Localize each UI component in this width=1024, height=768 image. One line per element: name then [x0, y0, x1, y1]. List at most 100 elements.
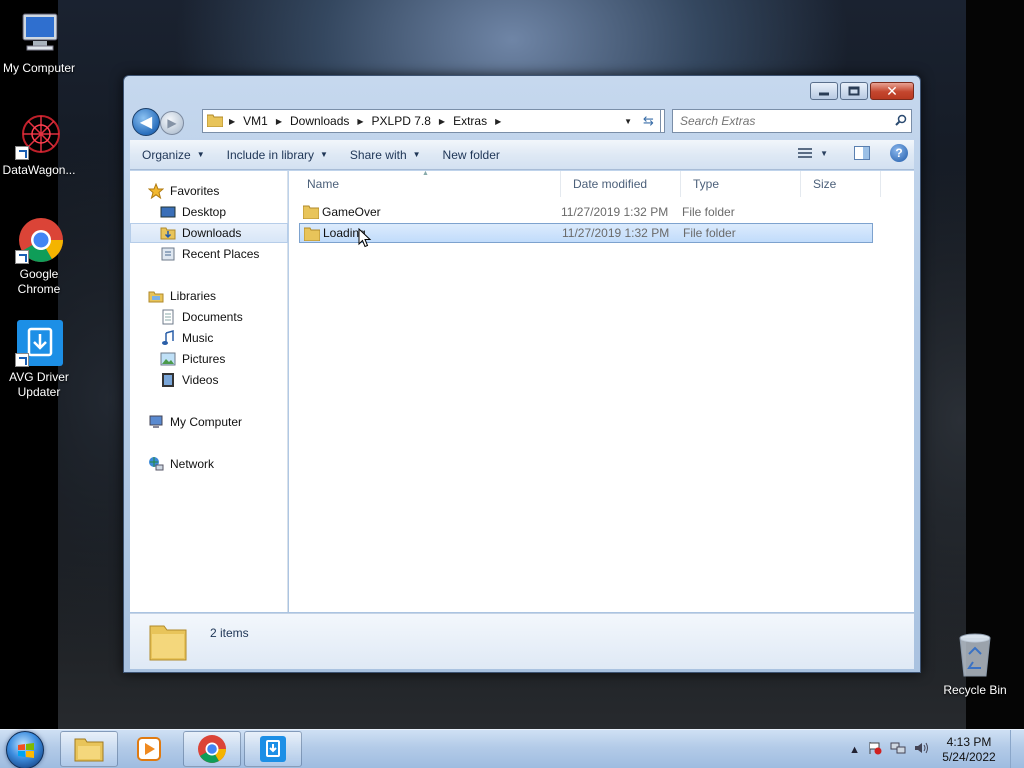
breadcrumb-extras[interactable]: Extras [453, 114, 487, 128]
nav-label: Pictures [182, 352, 226, 366]
navigation-pane: Favorites Desktop Downloads Recent Place… [130, 171, 288, 612]
desktop-icon-avg-driver-updater[interactable]: AVG Driver Updater [0, 319, 78, 400]
nav-network[interactable]: Network [130, 454, 288, 474]
nav-label: Music [182, 331, 214, 345]
desktop-icon-label: AVG Driver Updater [9, 370, 69, 399]
column-header-name[interactable]: Name ▲ [295, 170, 561, 197]
nav-music[interactable]: Music [130, 328, 288, 348]
nav-downloads[interactable]: Downloads [130, 223, 288, 243]
column-label: Size [813, 177, 837, 191]
taskbar-explorer-button[interactable] [60, 731, 118, 767]
file-list: Name ▲ Date modified Type Size GameOver … [289, 170, 914, 612]
taskbar-avg-driver-updater-button[interactable] [244, 731, 302, 767]
action-center-icon[interactable] [868, 741, 882, 758]
taskbar: ▲ 4:13 PM 5/24/2022 [0, 729, 1024, 768]
desktop-icon-my-computer[interactable]: My Computer [0, 10, 78, 76]
desktop-icon-datawagon[interactable]: DataWagon... [0, 112, 78, 178]
desktop-icon-google-chrome[interactable]: Google Chrome [0, 216, 78, 297]
chevron-down-icon: ▼ [412, 150, 421, 159]
videos-icon [160, 372, 176, 388]
chevron-down-icon: ▼ [320, 150, 328, 159]
clock[interactable]: 4:13 PM 5/24/2022 [934, 735, 1004, 765]
nav-desktop[interactable]: Desktop [130, 202, 288, 222]
windows-logo-icon [18, 743, 34, 758]
change-view-button[interactable]: ▼ [798, 147, 828, 159]
breadcrumb-pxlpd[interactable]: PXLPD 7.8 [372, 114, 431, 128]
file-row-loading[interactable]: Loading 11/27/2019 1:32 PM File folder [299, 223, 873, 243]
breadcrumb-downloads[interactable]: Downloads [290, 114, 349, 128]
nav-recent-places[interactable]: Recent Places [130, 244, 288, 264]
help-icon[interactable]: ? [890, 144, 908, 162]
file-row-gameover[interactable]: GameOver 11/27/2019 1:32 PM File folder [299, 202, 873, 222]
search-input[interactable] [673, 114, 891, 128]
address-dropdown-icon[interactable]: ▼ [624, 117, 632, 126]
caption-buttons: ✕ [810, 82, 914, 100]
maximize-button[interactable] [840, 82, 868, 100]
chrome-icon [198, 735, 226, 763]
nav-videos[interactable]: Videos [130, 370, 288, 390]
folder-icon [206, 113, 224, 130]
nav-label: Desktop [182, 205, 227, 219]
new-folder-button[interactable]: New folder [431, 144, 510, 166]
computer-icon [148, 414, 164, 430]
item-count: 2 items [210, 626, 249, 640]
close-button[interactable]: ✕ [870, 82, 914, 100]
column-header-type[interactable]: Type [681, 171, 801, 197]
chrome-icon [15, 216, 63, 264]
breadcrumb-vm1[interactable]: VM1 [243, 114, 268, 128]
breadcrumb-chevron-icon[interactable]: ▶ [276, 117, 282, 126]
share-with-label: Share with [349, 147, 407, 162]
desktop-folder-icon [160, 204, 176, 220]
breadcrumb-chevron-icon[interactable]: ▶ [357, 117, 363, 126]
details-pane: 2 items [130, 613, 914, 669]
include-in-library-menu[interactable]: Include in library ▼ [215, 144, 338, 166]
large-folder-icon [148, 620, 188, 665]
column-label: Date modified [573, 177, 648, 191]
share-with-menu[interactable]: Share with ▼ [338, 144, 431, 166]
close-icon: ✕ [886, 83, 898, 99]
breadcrumb-chevron-icon[interactable]: ▶ [439, 117, 445, 126]
navigation-row: ◀ ▶ ▶ VM1 ▶ Downloads ▶ PXLPD 7.8 ▶ Extr… [132, 106, 912, 136]
shortcut-arrow-icon [15, 250, 29, 264]
volume-icon[interactable] [914, 741, 930, 758]
maximize-icon [848, 86, 860, 96]
nav-label: Downloads [182, 226, 242, 240]
show-hidden-icons-icon[interactable]: ▲ [849, 744, 860, 756]
taskbar-chrome-button[interactable] [183, 731, 241, 767]
minimize-button[interactable] [810, 82, 838, 100]
shortcut-arrow-icon [15, 146, 29, 160]
nav-documents[interactable]: Documents [130, 307, 288, 327]
network-tray-icon[interactable] [890, 741, 906, 758]
command-bar-right: ▼ ? [798, 144, 908, 162]
mouse-cursor-icon [358, 227, 372, 251]
network-icon [148, 456, 164, 472]
breadcrumb-chevron-icon[interactable]: ▶ [495, 117, 501, 126]
wallpaper-right-band [966, 0, 1024, 730]
taskbar-media-player-button[interactable] [120, 731, 178, 767]
organize-menu[interactable]: Organize ▼ [130, 144, 215, 166]
address-bar[interactable]: ▶ VM1 ▶ Downloads ▶ PXLPD 7.8 ▶ Extras ▶… [202, 109, 665, 133]
start-button[interactable] [6, 731, 44, 768]
show-desktop-button[interactable] [1010, 730, 1024, 768]
refresh-button[interactable]: ⇆ [637, 109, 661, 133]
nav-libraries[interactable]: Libraries [130, 286, 288, 306]
nav-label: My Computer [170, 415, 243, 429]
back-button[interactable]: ◀ [132, 108, 160, 136]
clock-time: 4:13 PM [946, 734, 992, 749]
nav-pictures[interactable]: Pictures [130, 349, 288, 369]
column-header-size[interactable]: Size [801, 171, 881, 197]
desktop-icon-recycle-bin[interactable]: Recycle Bin [936, 632, 1014, 698]
include-in-library-label: Include in library [226, 147, 314, 162]
preview-pane-icon[interactable] [854, 146, 870, 160]
search-icon[interactable] [891, 114, 911, 129]
column-header-date-modified[interactable]: Date modified [561, 171, 681, 197]
nav-my-computer[interactable]: My Computer [130, 412, 288, 432]
nav-favorites[interactable]: Favorites [130, 181, 288, 201]
file-date: 11/27/2019 1:32 PM [561, 205, 669, 219]
computer-icon [15, 10, 63, 58]
breadcrumb-chevron-icon[interactable]: ▶ [229, 117, 235, 126]
clock-date: 5/24/2022 [942, 749, 996, 764]
desktop-icon-label: Recycle Bin [943, 683, 1007, 697]
file-type: File folder [682, 205, 735, 219]
forward-button[interactable]: ▶ [160, 111, 184, 135]
